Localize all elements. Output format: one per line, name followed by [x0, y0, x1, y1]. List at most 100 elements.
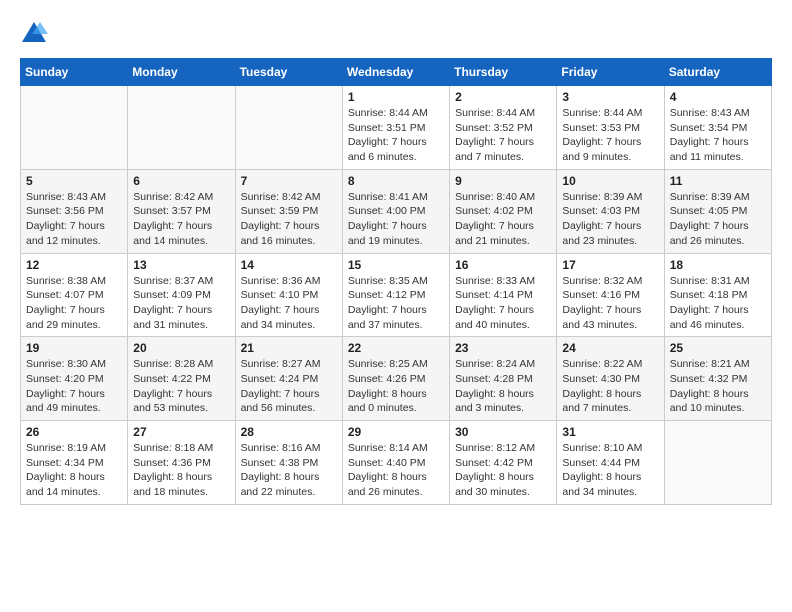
calendar-day-cell: 9 Sunrise: 8:40 AM Sunset: 4:02 PM Daylig…	[450, 169, 557, 253]
calendar-day-cell: 11Sunrise: 8:39 AM Sunset: 4:05 PM Dayli…	[664, 169, 771, 253]
day-info: Sunrise: 8:37 AM Sunset: 4:09 PM Dayligh…	[133, 274, 229, 333]
calendar-day-cell: 1 Sunrise: 8:44 AM Sunset: 3:51 PM Daylig…	[342, 86, 449, 170]
calendar-table: SundayMondayTuesdayWednesdayThursdayFrid…	[20, 58, 772, 505]
calendar-day-cell	[128, 86, 235, 170]
weekday-header-cell: Friday	[557, 59, 664, 86]
calendar-day-cell: 15 Sunrise: 8:35 AM Sunset: 4:12 PM Dayli…	[342, 253, 449, 337]
calendar-day-cell: 8 Sunrise: 8:41 AM Sunset: 4:00 PM Daylig…	[342, 169, 449, 253]
day-number: 21	[241, 341, 337, 355]
calendar-day-cell: 14 Sunrise: 8:36 AM Sunset: 4:10 PM Dayli…	[235, 253, 342, 337]
day-number: 5	[26, 174, 122, 188]
calendar-day-cell: 26 Sunrise: 8:19 AM Sunset: 4:34 PM Dayli…	[21, 421, 128, 505]
calendar-body: 1 Sunrise: 8:44 AM Sunset: 3:51 PM Daylig…	[21, 86, 772, 505]
calendar-day-cell: 22 Sunrise: 8:25 AM Sunset: 4:26 PM Dayli…	[342, 337, 449, 421]
day-info: Sunrise: 8:39 AM Sunset: 4:03 PM Dayligh…	[562, 190, 658, 249]
calendar-day-cell: 20 Sunrise: 8:28 AM Sunset: 4:22 PM Dayli…	[128, 337, 235, 421]
calendar-day-cell: 5 Sunrise: 8:43 AM Sunset: 3:56 PM Daylig…	[21, 169, 128, 253]
day-number: 4	[670, 90, 766, 104]
weekday-header-cell: Saturday	[664, 59, 771, 86]
calendar-day-cell: 12 Sunrise: 8:38 AM Sunset: 4:07 PM Dayli…	[21, 253, 128, 337]
day-info: Sunrise: 8:27 AM Sunset: 4:24 PM Dayligh…	[241, 357, 337, 416]
calendar-day-cell: 10 Sunrise: 8:39 AM Sunset: 4:03 PM Dayli…	[557, 169, 664, 253]
day-number: 27	[133, 425, 229, 439]
weekday-header-cell: Monday	[128, 59, 235, 86]
calendar-day-cell: 2 Sunrise: 8:44 AM Sunset: 3:52 PM Daylig…	[450, 86, 557, 170]
page-header	[20, 20, 772, 48]
calendar-week-row: 1 Sunrise: 8:44 AM Sunset: 3:51 PM Daylig…	[21, 86, 772, 170]
day-info: Sunrise: 8:42 AM Sunset: 3:59 PM Dayligh…	[241, 190, 337, 249]
day-number: 30	[455, 425, 551, 439]
day-number: 2	[455, 90, 551, 104]
day-number: 15	[348, 258, 444, 272]
day-number: 16	[455, 258, 551, 272]
day-info: Sunrise: 8:38 AM Sunset: 4:07 PM Dayligh…	[26, 274, 122, 333]
day-number: 25	[670, 341, 766, 355]
day-number: 29	[348, 425, 444, 439]
day-info: Sunrise: 8:18 AM Sunset: 4:36 PM Dayligh…	[133, 441, 229, 500]
day-info: Sunrise: 8:43 AM Sunset: 3:56 PM Dayligh…	[26, 190, 122, 249]
calendar-day-cell: 23Sunrise: 8:24 AM Sunset: 4:28 PM Dayli…	[450, 337, 557, 421]
calendar-day-cell: 24Sunrise: 8:22 AM Sunset: 4:30 PM Dayli…	[557, 337, 664, 421]
day-info: Sunrise: 8:41 AM Sunset: 4:00 PM Dayligh…	[348, 190, 444, 249]
weekday-header-cell: Wednesday	[342, 59, 449, 86]
calendar-day-cell: 13 Sunrise: 8:37 AM Sunset: 4:09 PM Dayli…	[128, 253, 235, 337]
day-info: Sunrise: 8:35 AM Sunset: 4:12 PM Dayligh…	[348, 274, 444, 333]
day-number: 9	[455, 174, 551, 188]
day-number: 3	[562, 90, 658, 104]
day-info: Sunrise: 8:16 AM Sunset: 4:38 PM Dayligh…	[241, 441, 337, 500]
calendar-day-cell	[235, 86, 342, 170]
day-info: Sunrise: 8:33 AM Sunset: 4:14 PM Dayligh…	[455, 274, 551, 333]
day-number: 6	[133, 174, 229, 188]
day-number: 7	[241, 174, 337, 188]
calendar-day-cell	[21, 86, 128, 170]
day-number: 1	[348, 90, 444, 104]
day-number: 28	[241, 425, 337, 439]
day-info: Sunrise: 8:36 AM Sunset: 4:10 PM Dayligh…	[241, 274, 337, 333]
weekday-header-cell: Sunday	[21, 59, 128, 86]
day-number: 13	[133, 258, 229, 272]
day-number: 23	[455, 341, 551, 355]
day-info: Sunrise: 8:44 AM Sunset: 3:51 PM Dayligh…	[348, 106, 444, 165]
day-number: 20	[133, 341, 229, 355]
calendar-day-cell: 19 Sunrise: 8:30 AM Sunset: 4:20 PM Dayli…	[21, 337, 128, 421]
day-number: 26	[26, 425, 122, 439]
day-number: 12	[26, 258, 122, 272]
calendar-day-cell: 7 Sunrise: 8:42 AM Sunset: 3:59 PM Daylig…	[235, 169, 342, 253]
day-number: 24	[562, 341, 658, 355]
day-number: 10	[562, 174, 658, 188]
day-number: 19	[26, 341, 122, 355]
day-info: Sunrise: 8:30 AM Sunset: 4:20 PM Dayligh…	[26, 357, 122, 416]
weekday-header-cell: Thursday	[450, 59, 557, 86]
day-number: 17	[562, 258, 658, 272]
weekday-header-row: SundayMondayTuesdayWednesdayThursdayFrid…	[21, 59, 772, 86]
calendar-day-cell: 4 Sunrise: 8:43 AM Sunset: 3:54 PM Daylig…	[664, 86, 771, 170]
day-info: Sunrise: 8:10 AM Sunset: 4:44 PM Dayligh…	[562, 441, 658, 500]
day-info: Sunrise: 8:28 AM Sunset: 4:22 PM Dayligh…	[133, 357, 229, 416]
day-number: 14	[241, 258, 337, 272]
logo	[20, 20, 52, 48]
calendar-day-cell: 21 Sunrise: 8:27 AM Sunset: 4:24 PM Dayli…	[235, 337, 342, 421]
day-info: Sunrise: 8:25 AM Sunset: 4:26 PM Dayligh…	[348, 357, 444, 416]
day-info: Sunrise: 8:12 AM Sunset: 4:42 PM Dayligh…	[455, 441, 551, 500]
calendar-week-row: 26 Sunrise: 8:19 AM Sunset: 4:34 PM Dayli…	[21, 421, 772, 505]
day-info: Sunrise: 8:44 AM Sunset: 3:52 PM Dayligh…	[455, 106, 551, 165]
calendar-day-cell: 27 Sunrise: 8:18 AM Sunset: 4:36 PM Dayli…	[128, 421, 235, 505]
calendar-week-row: 19 Sunrise: 8:30 AM Sunset: 4:20 PM Dayli…	[21, 337, 772, 421]
day-info: Sunrise: 8:42 AM Sunset: 3:57 PM Dayligh…	[133, 190, 229, 249]
day-info: Sunrise: 8:43 AM Sunset: 3:54 PM Dayligh…	[670, 106, 766, 165]
day-number: 8	[348, 174, 444, 188]
day-info: Sunrise: 8:19 AM Sunset: 4:34 PM Dayligh…	[26, 441, 122, 500]
calendar-day-cell: 30 Sunrise: 8:12 AM Sunset: 4:42 PM Dayli…	[450, 421, 557, 505]
day-info: Sunrise: 8:32 AM Sunset: 4:16 PM Dayligh…	[562, 274, 658, 333]
day-number: 18	[670, 258, 766, 272]
day-info: Sunrise: 8:14 AM Sunset: 4:40 PM Dayligh…	[348, 441, 444, 500]
calendar-week-row: 5 Sunrise: 8:43 AM Sunset: 3:56 PM Daylig…	[21, 169, 772, 253]
calendar-day-cell: 18 Sunrise: 8:31 AM Sunset: 4:18 PM Dayli…	[664, 253, 771, 337]
day-info: Sunrise: 8:40 AM Sunset: 4:02 PM Dayligh…	[455, 190, 551, 249]
logo-icon	[20, 20, 48, 48]
calendar-day-cell: 29 Sunrise: 8:14 AM Sunset: 4:40 PM Dayli…	[342, 421, 449, 505]
day-info: Sunrise: 8:21 AM Sunset: 4:32 PM Dayligh…	[670, 357, 766, 416]
day-number: 22	[348, 341, 444, 355]
calendar-week-row: 12 Sunrise: 8:38 AM Sunset: 4:07 PM Dayli…	[21, 253, 772, 337]
day-info: Sunrise: 8:31 AM Sunset: 4:18 PM Dayligh…	[670, 274, 766, 333]
